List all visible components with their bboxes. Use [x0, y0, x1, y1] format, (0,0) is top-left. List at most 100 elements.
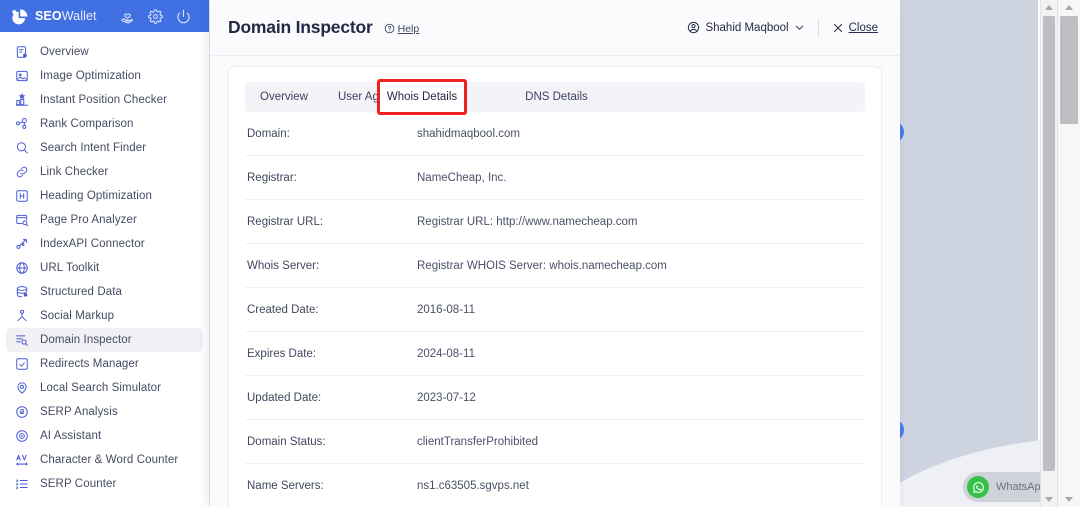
browser-scrollbar[interactable] [1057, 0, 1080, 507]
panel-header: Domain Inspector Help Shahid Maqbool Clo… [210, 0, 900, 56]
sidebar-item-character-word-counter[interactable]: Character & Word Counter [6, 448, 203, 472]
row-value: Registrar URL: http://www.namecheap.com [417, 215, 638, 228]
tab-whois-details[interactable]: Whois Details [377, 79, 467, 115]
sidebar-item-serp-counter[interactable]: SERP Counter [6, 472, 203, 496]
table-row: Created Date: 2016-08-11 [245, 288, 865, 332]
row-key: Registrar URL: [247, 215, 324, 228]
sidebar-item-search-intent-finder[interactable]: Search Intent Finder [6, 136, 203, 160]
scroll-thumb[interactable] [1043, 16, 1055, 471]
table-row: Domain: shahidmaqbool.com [245, 112, 865, 156]
close-button[interactable]: Close [832, 22, 878, 34]
row-key: Created Date: [247, 303, 319, 316]
scroll-up-arrow-icon[interactable] [1065, 5, 1073, 10]
database-icon [14, 285, 29, 300]
sidebar-item-label: SERP Analysis [40, 406, 118, 418]
sidebar-item-url-toolkit[interactable]: URL Toolkit [6, 256, 203, 280]
sidebar-item-serp-analysis[interactable]: SERP Analysis [6, 400, 203, 424]
whatsapp-icon [967, 476, 989, 498]
sidebar-item-label: IndexAPI Connector [40, 238, 145, 250]
row-value: clientTransferProhibited [417, 435, 539, 448]
sidebar-item-ai-assistant[interactable]: AI Assistant [6, 424, 203, 448]
sidebar-item-label: Character & Word Counter [40, 454, 179, 466]
table-row: Registrar: NameCheap, Inc. [245, 156, 865, 200]
sidebar-item-label: Instant Position Checker [40, 94, 168, 106]
app-logo[interactable]: SEOWallet [10, 7, 97, 26]
sidebar-item-label: Link Checker [40, 166, 109, 178]
character-count-icon [14, 453, 29, 468]
sidebar-item-indexapi-connector[interactable]: IndexAPI Connector [6, 232, 203, 256]
tab-whois-details-label: Whois Details [386, 91, 458, 103]
table-row: Domain Status: clientTransferProhibited [245, 420, 865, 464]
row-value: 2024-08-11 [417, 347, 475, 360]
sidebar-item-label: AI Assistant [40, 430, 102, 442]
rank-nodes-icon [14, 117, 29, 132]
sidebar-item-label: Heading Optimization [40, 190, 152, 202]
document-overview-icon [14, 45, 29, 60]
sidebar-item-label: Structured Data [40, 286, 123, 298]
inner-scrollbar[interactable] [1040, 0, 1057, 507]
sidebar-item-link-checker[interactable]: Link Checker [6, 160, 203, 184]
chevron-down-icon[interactable] [794, 22, 805, 33]
app-logo-text: SEOWallet [35, 9, 97, 23]
tab-dns-details[interactable]: DNS Details [510, 82, 603, 112]
sidebar-header-icons [120, 8, 199, 24]
sidebar-item-label: Image Optimization [40, 70, 141, 82]
scroll-thumb[interactable] [1060, 16, 1078, 124]
table-row: Whois Server: Registrar WHOIS Server: wh… [245, 244, 865, 288]
close-label: Close [848, 21, 878, 34]
row-key: Updated Date: [247, 391, 322, 404]
sidebar-item-label: Local Search Simulator [40, 382, 162, 394]
support-heart-icon[interactable] [120, 9, 135, 24]
gear-icon[interactable] [148, 8, 163, 24]
sidebar-item-domain-inspector[interactable]: Domain Inspector [6, 328, 203, 352]
row-key: Name Servers: [247, 479, 324, 492]
sidebar-menu: Overview Image Optimization Instant Posi… [0, 32, 209, 496]
sidebar-item-structured-data[interactable]: Structured Data [6, 280, 203, 304]
sidebar-item-local-search-simulator[interactable]: Local Search Simulator [6, 376, 203, 400]
user-menu[interactable]: Shahid Maqbool [687, 21, 804, 34]
help-link[interactable]: Help [384, 23, 419, 35]
sidebar-item-label: SERP Counter [40, 478, 117, 490]
user-circle-icon [687, 21, 700, 34]
image-icon [14, 69, 29, 84]
tab-bar: Overview User Agent Whois Details DNS De… [245, 79, 865, 115]
sidebar-item-overview[interactable]: Overview [6, 40, 203, 64]
tab-overview[interactable]: Overview [245, 82, 323, 112]
brand-light: Wallet [61, 9, 97, 23]
header-divider [817, 18, 819, 37]
sidebar-item-heading-optimization[interactable]: Heading Optimization [6, 184, 203, 208]
row-key: Whois Server: [247, 259, 320, 272]
brand-bold: SEO [35, 9, 62, 23]
page-search-icon [14, 213, 29, 228]
domain-inspector-panel: Domain Inspector Help Shahid Maqbool Clo… [210, 0, 900, 507]
page-title: Domain Inspector [228, 17, 373, 37]
serp-circle-icon [14, 405, 29, 420]
domain-search-icon [14, 333, 29, 348]
row-value: 2016-08-11 [417, 303, 475, 316]
power-icon[interactable] [176, 9, 191, 24]
seowallet-logo-icon [10, 7, 29, 26]
table-row: Registrar URL: Registrar URL: http://www… [245, 200, 865, 244]
scroll-up-arrow-icon[interactable] [1045, 5, 1053, 10]
sidebar-item-rank-comparison[interactable]: Rank Comparison [6, 112, 203, 136]
sidebar-item-label: Domain Inspector [40, 334, 132, 346]
sidebar-item-redirects-manager[interactable]: Redirects Manager [6, 352, 203, 376]
scroll-down-arrow-icon[interactable] [1065, 497, 1073, 502]
whois-card: Overview User Agent Whois Details DNS De… [228, 66, 882, 507]
table-row: Expires Date: 2024-08-11 [245, 332, 865, 376]
sidebar-header: SEOWallet [0, 0, 209, 32]
row-value: Registrar WHOIS Server: whois.namecheap.… [417, 259, 667, 272]
sidebar-item-label: Search Intent Finder [40, 142, 147, 154]
panel-header-right: Shahid Maqbool Close [687, 18, 878, 37]
scroll-down-arrow-icon[interactable] [1045, 497, 1053, 502]
row-key: Domain Status: [247, 435, 326, 448]
sidebar-item-page-pro-analyzer[interactable]: Page Pro Analyzer [6, 208, 203, 232]
row-key: Expires Date: [247, 347, 317, 360]
sidebar-item-image-optimization[interactable]: Image Optimization [6, 64, 203, 88]
whois-rows: Domain: shahidmaqbool.com Registrar: Nam… [245, 112, 865, 507]
sidebar-item-instant-position-checker[interactable]: Instant Position Checker [6, 88, 203, 112]
sidebar-item-social-markup[interactable]: Social Markup [6, 304, 203, 328]
background-graphic [838, 0, 1080, 507]
close-x-icon[interactable] [832, 22, 844, 34]
row-value: NameCheap, Inc. [417, 171, 507, 184]
